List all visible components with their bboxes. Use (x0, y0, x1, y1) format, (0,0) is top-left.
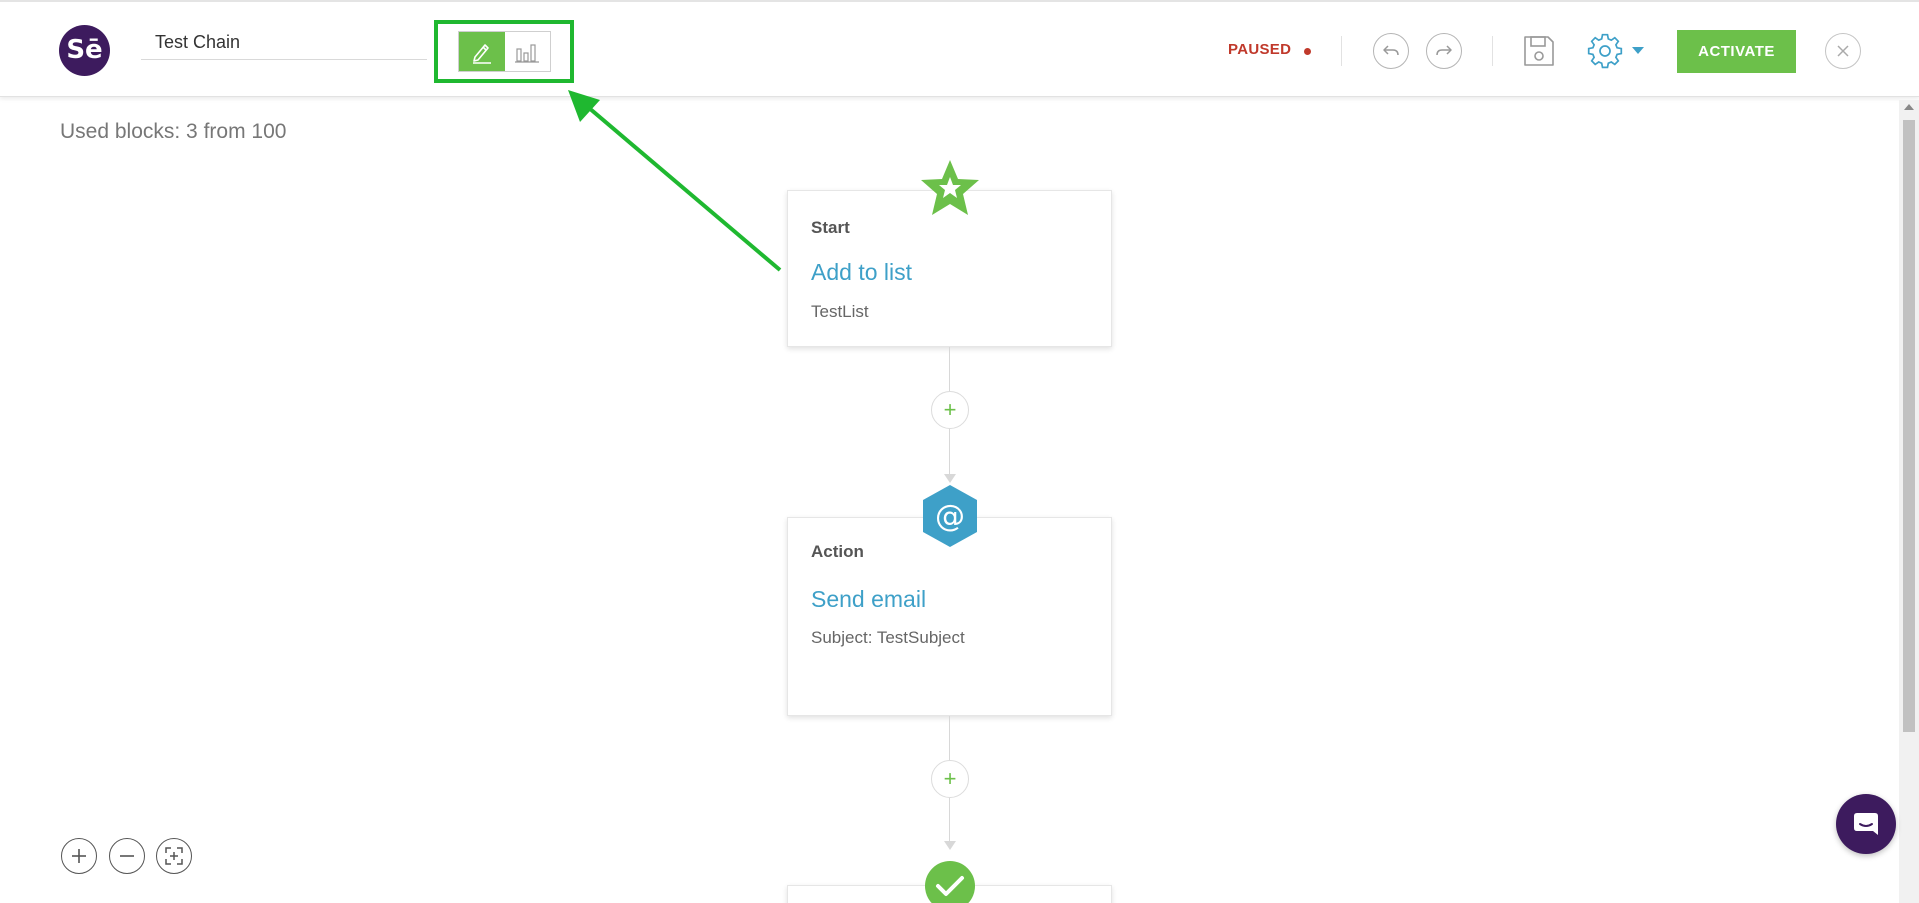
scroll-up-arrow[interactable] (1904, 104, 1914, 110)
block-detail: Subject: TestSubject (811, 628, 965, 647)
pencil-icon (472, 43, 491, 64)
block-detail: TestList (811, 302, 869, 321)
chat-icon (1854, 813, 1878, 835)
used-blocks-counter: Used blocks: 3 from 100 (60, 120, 287, 143)
edit-mode-button[interactable] (459, 32, 505, 71)
star-icon (919, 158, 981, 218)
connector-arrowhead (944, 474, 956, 483)
redo-button[interactable] (1426, 33, 1462, 69)
redo-icon (1436, 45, 1452, 56)
connector-line (949, 798, 950, 846)
close-icon (1837, 45, 1849, 57)
vertical-scrollbar[interactable] (1899, 100, 1919, 903)
annotation-arrow (568, 90, 782, 272)
add-block-button[interactable]: + (931, 760, 969, 798)
undo-button[interactable] (1373, 33, 1409, 69)
save-button[interactable] (1521, 33, 1557, 69)
chat-button[interactable] (1836, 794, 1896, 854)
block-title: Add to list (811, 259, 912, 285)
block-type-label: Action (811, 542, 864, 561)
chevron-down-icon (1632, 47, 1644, 54)
undo-icon (1383, 45, 1399, 56)
divider (1341, 36, 1342, 66)
divider (1492, 36, 1493, 66)
zoom-out-icon (120, 855, 134, 857)
chain-name-input[interactable] (141, 26, 427, 60)
connector-line (949, 429, 950, 479)
fit-screen-button[interactable] (156, 838, 192, 874)
mode-toggle (458, 31, 551, 72)
zoom-in-button[interactable] (61, 838, 97, 874)
activate-button[interactable]: ACTIVATE (1677, 30, 1796, 73)
svg-text:@: @ (935, 499, 965, 534)
checkmark-icon (925, 861, 975, 903)
stats-mode-button[interactable] (505, 32, 551, 71)
status-dot (1304, 48, 1311, 55)
fit-screen-icon (165, 847, 183, 865)
close-button[interactable] (1825, 33, 1861, 69)
add-block-button[interactable]: + (931, 391, 969, 429)
gear-icon (1587, 33, 1623, 69)
save-icon (1524, 36, 1554, 66)
status-label: PAUSED (1228, 41, 1292, 58)
connector-arrowhead (944, 841, 956, 850)
bar-chart-icon (515, 43, 540, 63)
top-bar: Sē PAUSED (0, 0, 1919, 97)
at-sign-icon: @ (921, 484, 979, 548)
scroll-thumb[interactable] (1903, 120, 1915, 732)
block-title: Send email (811, 586, 927, 612)
zoom-out-button[interactable] (109, 838, 145, 874)
logo[interactable]: Sē (59, 25, 110, 76)
block-type-label: Start (811, 218, 850, 237)
connector-line (949, 716, 950, 762)
connector-line (949, 347, 950, 393)
zoom-in-icon (72, 849, 86, 863)
settings-dropdown[interactable] (1586, 31, 1646, 71)
